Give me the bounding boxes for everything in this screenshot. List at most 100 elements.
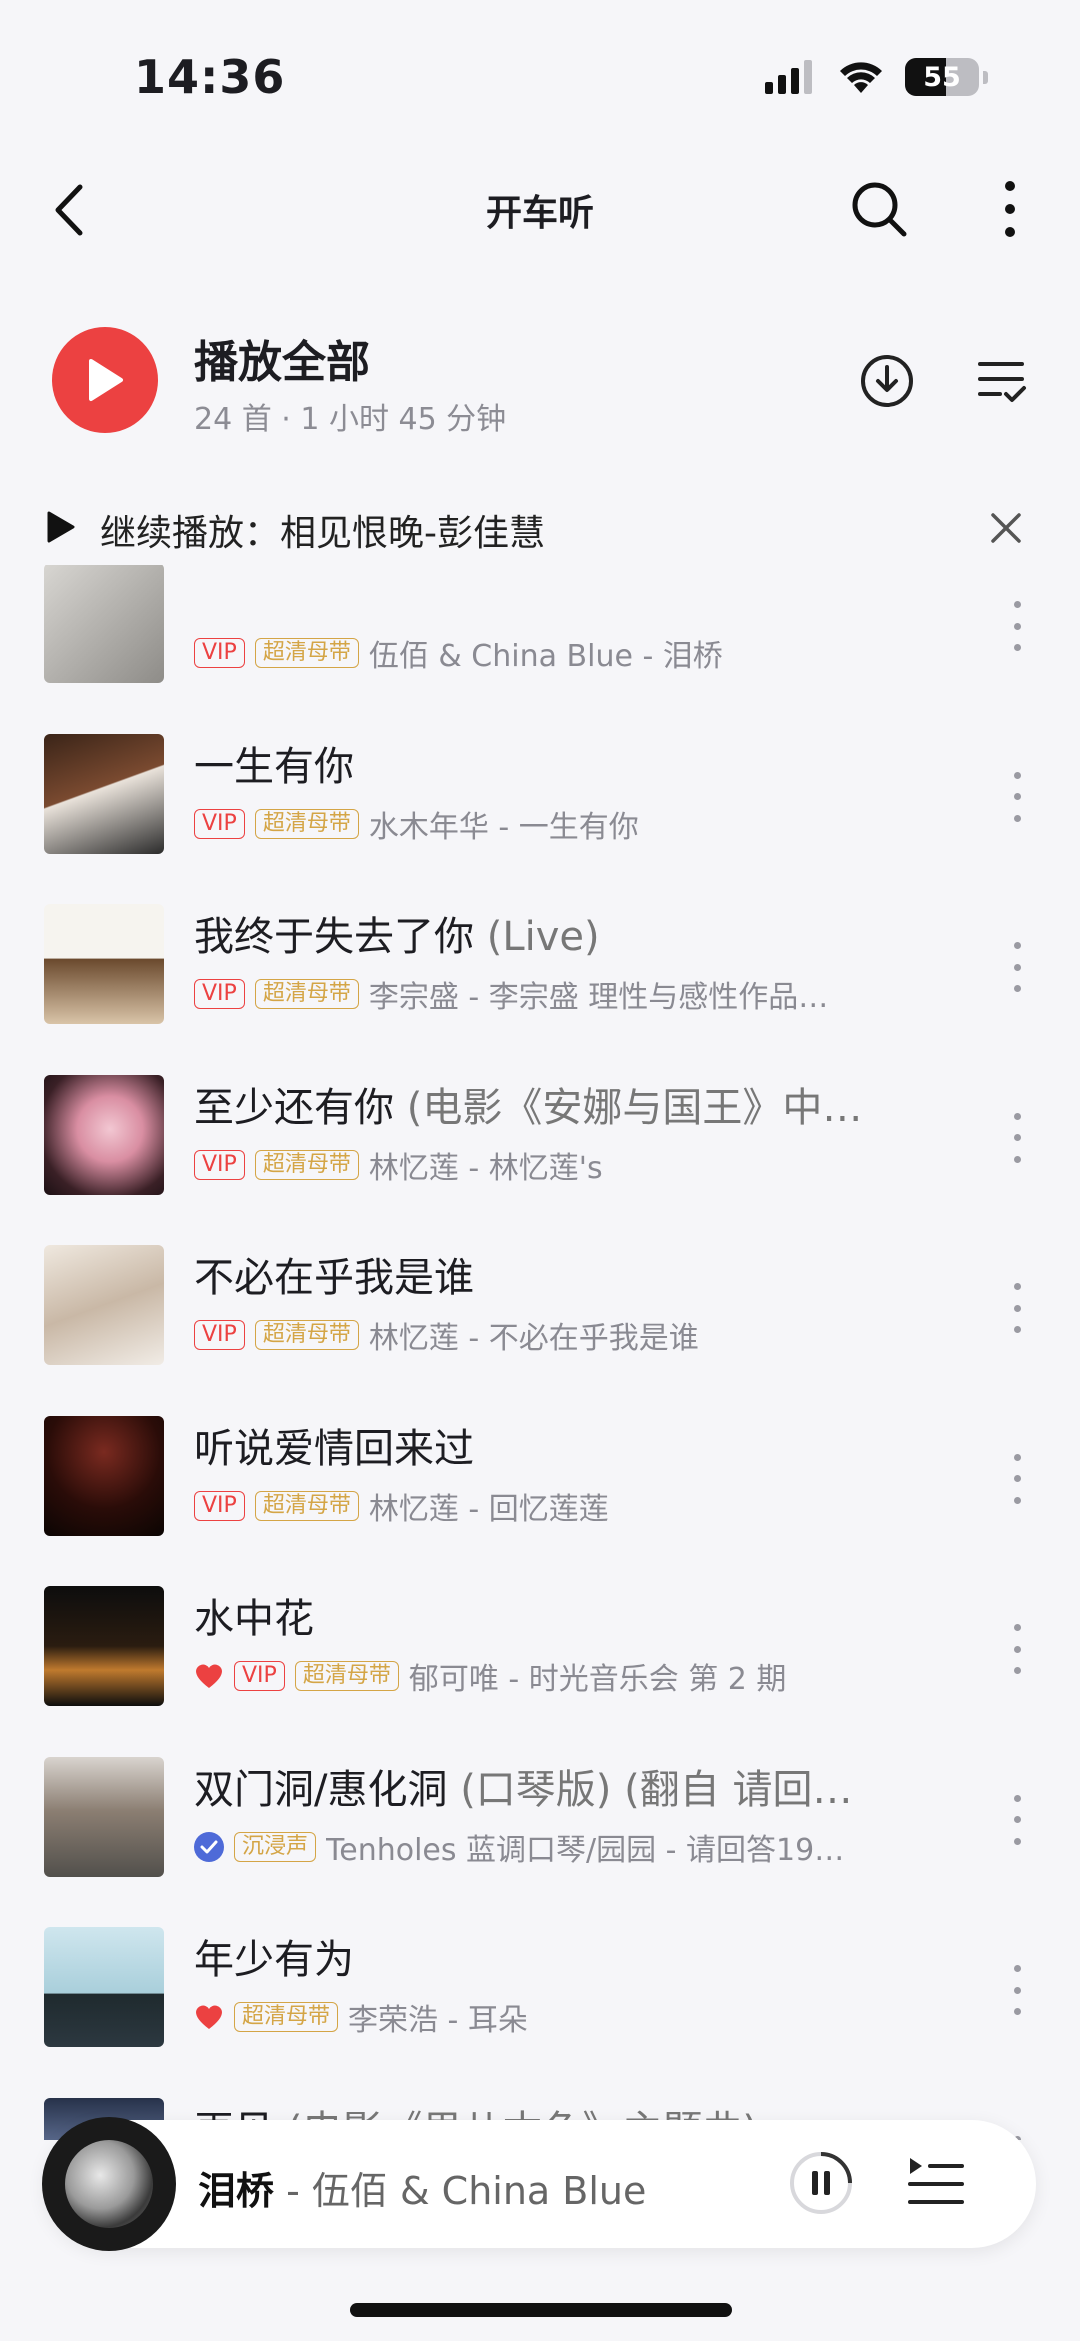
song-row[interactable]: 至少还有你 (电影《安娜与国王》中… VIP 超清母带 林忆莲 - 林忆莲's — [0, 1031, 1080, 1202]
now-playing-song: 泪桥 — [198, 2169, 275, 2213]
song-artist-album: 林忆莲 - 林忆莲's — [368, 1150, 603, 1186]
continue-playing-text: 继续播放：相见恨晚-彭佳慧 — [100, 513, 545, 554]
album-cover-lizongsheng[interactable] — [44, 904, 164, 1024]
download-button[interactable] — [858, 352, 916, 410]
play-triangle-icon — [47, 511, 75, 543]
song-name: 至少还有你 — [194, 1084, 394, 1131]
nav-bar: 开车听 — [0, 160, 1080, 260]
album-cover-linyilian-2[interactable] — [44, 1245, 164, 1365]
song-more-button[interactable] — [1002, 1112, 1032, 1163]
song-row[interactable]: 一生有你 VIP 超清母带 水木年华 - 一生有你 — [0, 690, 1080, 861]
song-name: 不必在乎我是谁 — [194, 1255, 474, 1301]
song-subtitle-row: VIP 超清母带 林忆莲 - 回忆莲莲 — [194, 1484, 894, 1528]
quality-tag: 超清母带 — [254, 1149, 359, 1180]
song-artist-album: 李宗盛 - 李宗盛 理性与感性作品… — [368, 980, 829, 1015]
song-title[interactable]: 不必在乎我是谁 — [194, 1245, 934, 1303]
album-cover-sandy[interactable] — [44, 1415, 164, 1536]
album-cover-linyilian[interactable] — [44, 1074, 164, 1195]
quality-tag: VIP — [194, 1149, 245, 1180]
queue-button[interactable] — [906, 2154, 966, 2210]
pause-button[interactable] — [788, 2150, 854, 2216]
close-icon — [991, 513, 1021, 543]
song-row[interactable]: 不必在乎我是谁 VIP 超清母带 林忆莲 - 不必在乎我是谁 — [0, 1201, 1080, 1372]
song-more-button[interactable] — [1002, 942, 1032, 992]
song-name: 听说爱情回来过 — [194, 1425, 474, 1472]
playlist-queue-icon — [908, 2158, 964, 2204]
quality-tag: VIP — [194, 1320, 245, 1350]
album-cover-wubai[interactable] — [44, 565, 164, 683]
quality-tag: 超清母带 — [294, 1661, 399, 1691]
song-row[interactable]: VIP 超清母带 伍佰 & China Blue - 泪桥 — [0, 565, 1080, 690]
song-row[interactable]: 水中花 VIP 超清母带 郁可唯 - 时光音乐会 第 2 期 — [0, 1542, 1080, 1713]
song-title[interactable]: 双门洞/惠化洞 (口琴版) (翻自 请回… — [194, 1757, 934, 1815]
song-more-button[interactable] — [1002, 601, 1032, 651]
song-subtitle-row: 超清母带 李荣浩 - 耳朵 — [194, 1995, 894, 2039]
mini-player[interactable]: 泪桥 - 伍佰 & China Blue — [42, 2117, 1036, 2251]
song-name: 我终于失去了你 — [194, 914, 474, 960]
song-title-extra: (Live) — [474, 914, 600, 960]
song-title[interactable]: 一生有你 — [194, 734, 934, 792]
song-artist-album: 林忆莲 - 回忆莲莲 — [368, 1491, 609, 1527]
song-row[interactable]: 双门洞/惠化洞 (口琴版) (翻自 请回… 沉浸声 Tenholes 蓝调口琴/园… — [0, 1713, 1080, 1884]
home-indicator — [350, 2303, 732, 2317]
song-row[interactable]: 年少有为 超清母带 李荣浩 - 耳朵 — [0, 1883, 1080, 2054]
song-more-button[interactable] — [1002, 1283, 1032, 1333]
quality-tag: 超清母带 — [254, 1320, 359, 1350]
song-title-extra: (口琴版) (翻自 请回… — [447, 1766, 853, 1813]
album-cover-lironghao[interactable] — [44, 1927, 164, 2047]
now-playing-cover[interactable] — [42, 2117, 176, 2251]
song-more-button[interactable] — [1002, 771, 1032, 822]
quality-tag: 超清母带 — [254, 808, 359, 839]
song-subtitle-row: VIP 超清母带 李宗盛 - 李宗盛 理性与感性作品… — [194, 972, 894, 1016]
song-artist-album: Tenholes 蓝调口琴/园园 - 请回答19… — [326, 1832, 845, 1868]
song-list[interactable]: VIP 超清母带 伍佰 & China Blue - 泪桥 一生有你 VIP 超清母带… — [0, 565, 1080, 2140]
download-icon — [861, 355, 913, 407]
quality-tag: VIP — [194, 638, 245, 668]
liked-heart-icon[interactable] — [194, 1662, 224, 1690]
now-playing-title[interactable]: 泪桥 - 伍佰 & China Blue — [198, 2160, 646, 2215]
signal-icon — [765, 60, 812, 94]
pause-icon — [790, 2152, 852, 2214]
verified-check-icon — [194, 1831, 224, 1862]
play-all-section: 播放全部 24 首 · 1 小时 45 分钟 — [0, 322, 1080, 442]
quality-tag: 超清母带 — [234, 2002, 339, 2032]
play-all-button[interactable] — [52, 327, 158, 433]
song-row[interactable]: 我终于失去了你 (Live) VIP 超清母带 李宗盛 - 李宗盛 理性与感性作品… — [0, 860, 1080, 1031]
song-more-button[interactable] — [1002, 1624, 1032, 1674]
song-more-button[interactable] — [1002, 1794, 1032, 1845]
multi-select-button[interactable] — [976, 356, 1028, 406]
more-options-button[interactable] — [990, 176, 1030, 242]
song-more-button[interactable] — [1002, 1453, 1032, 1504]
battery-level: 55 — [923, 61, 961, 93]
album-cover-shuimu[interactable] — [44, 733, 164, 854]
song-name: 水中花 — [194, 1596, 314, 1642]
now-playing-artist: - 伍佰 & China Blue — [274, 2169, 647, 2213]
song-title[interactable]: 听说爱情回来过 — [194, 1416, 934, 1474]
quality-tag: VIP — [194, 979, 245, 1009]
song-row[interactable]: 听说爱情回来过 VIP 超清母带 林忆莲 - 回忆莲莲 — [0, 1372, 1080, 1543]
album-cover-shiguang[interactable] — [44, 1586, 164, 1706]
song-artist-album: 伍佰 & China Blue - 泪桥 — [368, 639, 723, 674]
continue-playing-banner[interactable]: 继续播放：相见恨晚-彭佳慧 — [0, 490, 1080, 564]
liked-heart-icon[interactable] — [194, 2003, 224, 2031]
album-cover-tenholes[interactable] — [44, 1756, 164, 1877]
song-more-button[interactable] — [1002, 1965, 1032, 2015]
song-title[interactable]: 水中花 — [194, 1586, 934, 1644]
status-icons: 55 — [765, 58, 988, 96]
song-title[interactable]: 至少还有你 (电影《安娜与国王》中… — [194, 1075, 934, 1133]
search-button[interactable] — [848, 178, 910, 240]
play-all-label[interactable]: 播放全部 — [194, 326, 370, 390]
quality-tag: 超清母带 — [254, 638, 359, 668]
song-name: 一生有你 — [194, 743, 354, 790]
song-artist-album: 林忆莲 - 不必在乎我是谁 — [368, 1321, 699, 1356]
quality-tag: VIP — [194, 1490, 245, 1521]
close-banner-button[interactable] — [988, 510, 1024, 546]
status-time: 14:36 — [134, 50, 286, 104]
song-subtitle-row: VIP 超清母带 林忆莲 - 不必在乎我是谁 — [194, 1313, 894, 1357]
song-title-extra: (电影《安娜与国王》中… — [394, 1084, 863, 1131]
song-title[interactable]: 年少有为 — [194, 1927, 934, 1985]
song-name: 年少有为 — [194, 1937, 354, 1983]
song-title[interactable]: 我终于失去了你 (Live) — [194, 904, 934, 962]
quality-tag: VIP — [194, 808, 245, 839]
battery-icon: 55 — [905, 58, 979, 96]
